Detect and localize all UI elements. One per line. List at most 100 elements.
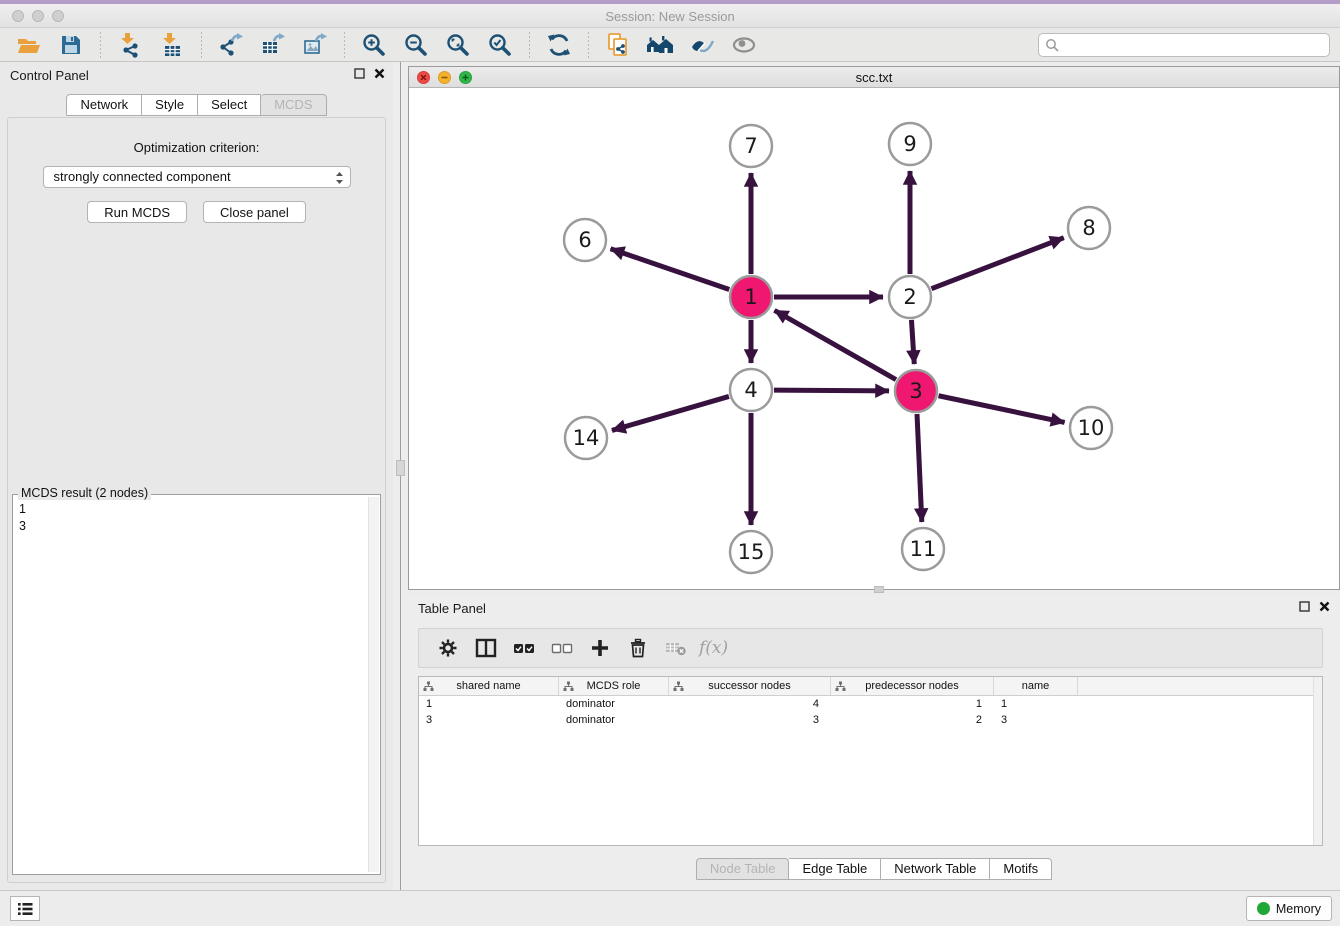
memory-button[interactable]: Memory (1246, 896, 1332, 921)
function-builder-icon[interactable]: f(x) (699, 638, 728, 658)
table-cell[interactable]: 1 (419, 696, 559, 712)
tab-network-table[interactable]: Network Table (881, 858, 990, 880)
deselect-all-rows-icon[interactable] (549, 635, 575, 661)
column-header-shared-name[interactable]: shared name (419, 677, 559, 695)
edge-3-11[interactable] (917, 414, 922, 522)
float-panel-icon[interactable] (354, 68, 365, 79)
panel-splitter[interactable] (393, 62, 408, 890)
split-panel-icon[interactable] (473, 635, 499, 661)
table-cell[interactable]: 1 (831, 696, 994, 712)
search-input[interactable] (1063, 38, 1323, 52)
import-network-icon[interactable] (115, 30, 145, 60)
control-panel-title: Control Panel (10, 68, 89, 83)
task-history-button[interactable] (10, 896, 40, 921)
zoom-out-icon[interactable] (401, 30, 431, 60)
table-toolbar: f(x) (418, 628, 1323, 668)
table-row[interactable]: 3dominator323 (419, 712, 1322, 728)
node-label-15: 15 (738, 540, 765, 564)
list-icon (17, 902, 33, 916)
node-label-1: 1 (744, 285, 757, 309)
table-settings-icon[interactable] (435, 635, 461, 661)
node-label-14: 14 (573, 426, 600, 450)
tab-network[interactable]: Network (66, 94, 142, 116)
workspace: Control Panel NetworkStyleSelectMCDS Opt… (0, 62, 1340, 890)
table-cell[interactable]: 3 (994, 712, 1078, 728)
edge-2-8[interactable] (931, 238, 1063, 289)
float-panel-icon[interactable] (1299, 601, 1310, 612)
add-column-icon[interactable] (587, 635, 613, 661)
search-icon (1045, 38, 1059, 52)
tab-motifs[interactable]: Motifs (990, 858, 1052, 880)
optimization-criterion-label: Optimization criterion: (8, 140, 385, 155)
mcds-result-box: MCDS result (2 nodes) 1 3 (12, 494, 381, 875)
select-all-rows-icon[interactable] (511, 635, 537, 661)
table-scrollbar[interactable] (1313, 677, 1322, 845)
edge-1-6[interactable] (611, 249, 730, 290)
zoom-fit-icon[interactable] (443, 30, 473, 60)
canvas-resize-grip[interactable] (874, 586, 884, 593)
hide-selected-icon[interactable] (729, 30, 759, 60)
table-cell[interactable]: 4 (669, 696, 831, 712)
import-table-icon[interactable] (157, 30, 187, 60)
mcds-result-text[interactable]: 1 3 (13, 497, 367, 872)
table-row[interactable]: 1dominator411 (419, 696, 1322, 712)
node-label-10: 10 (1078, 416, 1105, 440)
network-graph[interactable]: 1234678910111415 (409, 88, 1339, 589)
zoom-in-icon[interactable] (359, 30, 389, 60)
edge-3-10[interactable] (939, 396, 1065, 423)
memory-status-icon (1257, 902, 1270, 915)
table-cell[interactable]: 1 (994, 696, 1078, 712)
result-scrollbar[interactable] (368, 497, 379, 872)
table-cell[interactable]: 2 (831, 712, 994, 728)
column-header-MCDS-role[interactable]: MCDS role (559, 677, 669, 695)
table-cell[interactable]: dominator (559, 696, 669, 712)
network-canvas[interactable]: 1234678910111415 (409, 88, 1339, 589)
column-header-predecessor-nodes[interactable]: predecessor nodes (831, 677, 994, 695)
criterion-select[interactable]: strongly connected component (43, 166, 351, 188)
table-cell[interactable]: dominator (559, 712, 669, 728)
tab-edge-table[interactable]: Edge Table (789, 858, 881, 880)
search-box[interactable] (1038, 33, 1330, 57)
open-session-icon[interactable] (14, 30, 44, 60)
table-cell[interactable]: 3 (669, 712, 831, 728)
node-label-4: 4 (744, 378, 757, 402)
network-window-titlebar[interactable]: scc.txt (409, 67, 1339, 88)
edge-2-3[interactable] (911, 320, 914, 364)
status-bar: Memory (0, 890, 1340, 926)
run-mcds-button[interactable]: Run MCDS (87, 201, 187, 223)
node-label-7: 7 (744, 134, 757, 158)
zoom-selected-icon[interactable] (485, 30, 515, 60)
edge-3-1[interactable] (774, 310, 896, 379)
export-image-icon[interactable] (300, 30, 330, 60)
table-tabs: Node TableEdge TableNetwork TableMotifs (408, 858, 1340, 880)
edge-4-14[interactable] (612, 396, 729, 430)
tab-mcds[interactable]: MCDS (261, 94, 326, 116)
export-table-icon[interactable] (258, 30, 288, 60)
node-label-3: 3 (909, 379, 922, 403)
first-neighbors-icon[interactable] (645, 30, 675, 60)
splitter-grip[interactable] (396, 460, 405, 476)
column-header-name[interactable]: name (994, 677, 1078, 695)
save-session-icon[interactable] (56, 30, 86, 60)
tab-select[interactable]: Select (198, 94, 261, 116)
column-header-successor-nodes[interactable]: successor nodes (669, 677, 831, 695)
table-header: shared nameMCDS rolesuccessor nodesprede… (419, 677, 1322, 696)
close-panel-icon[interactable] (1319, 601, 1330, 612)
node-label-11: 11 (910, 537, 937, 561)
apply-layout-icon[interactable] (544, 30, 574, 60)
export-network-icon[interactable] (216, 30, 246, 60)
delete-column-icon[interactable] (663, 635, 689, 661)
node-label-6: 6 (578, 228, 591, 252)
table-cell[interactable]: 3 (419, 712, 559, 728)
tab-node-table[interactable]: Node Table (696, 858, 790, 880)
select-stepper-icon (334, 170, 345, 186)
show-style-icon[interactable] (687, 30, 717, 60)
node-table[interactable]: shared nameMCDS rolesuccessor nodesprede… (418, 676, 1323, 846)
tab-style[interactable]: Style (142, 94, 198, 116)
table-panel-title: Table Panel (418, 601, 486, 616)
edge-4-3[interactable] (774, 390, 889, 391)
close-panel-button[interactable]: Close panel (203, 201, 306, 223)
close-panel-icon[interactable] (374, 68, 385, 79)
delete-row-icon[interactable] (625, 635, 651, 661)
copy-network-icon[interactable] (603, 30, 633, 60)
